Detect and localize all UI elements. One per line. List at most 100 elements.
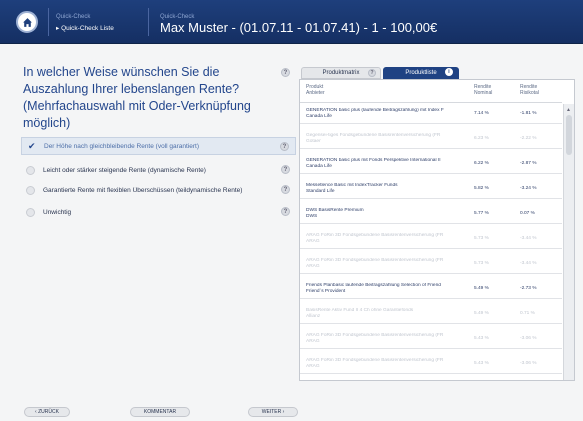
risk-return-cell: -3.06 % (520, 361, 537, 366)
column-header-label: Risikotal (520, 90, 539, 96)
table-row[interactable]: ARAG FoRin 3D Fondsgebundene Basisrenten… (300, 329, 562, 349)
question-text: In welcher Weise wünschen Sie die Auszah… (23, 65, 251, 130)
nominal-return-cell: 6.22 % (474, 161, 489, 166)
scroll-thumb[interactable] (566, 115, 572, 155)
tab-label: Produktliste (405, 70, 437, 76)
home-icon (22, 17, 32, 27)
next-button[interactable]: WEITER › (248, 407, 298, 417)
breadcrumb-section: Quick-Check (56, 14, 91, 20)
product-provider: ARAG (306, 364, 320, 369)
risk-return-cell: -3.06 % (520, 336, 537, 341)
risk-return-cell: -2.87 % (520, 161, 537, 166)
nominal-return-cell: 5.82 % (474, 186, 489, 191)
breadcrumb-list-link[interactable]: ▸ Quick-Check Liste (56, 24, 114, 32)
nominal-return-cell: 5.43 % (474, 336, 489, 341)
nominal-return-cell: 5.77 % (474, 211, 489, 216)
table-row[interactable]: Messetlence Basic mit IndexTracker Funds… (300, 179, 562, 199)
scroll-up-icon[interactable]: ▲ (566, 107, 571, 113)
product-name-cell: ARAG FoRin 3D Fondsgebundene Basisrenten… (306, 333, 470, 345)
option-radio[interactable] (26, 185, 35, 195)
table-row[interactable]: ARAG FoRin 3D Fondsgebundene Basisrenten… (300, 354, 562, 374)
option-radio[interactable] (26, 207, 35, 217)
result-tabs: Produktmatrix ? Produktliste i (301, 67, 459, 79)
nominal-return-cell: 5.73 % (474, 236, 489, 241)
table-row[interactable]: DWS BasisRente Premium DWS 5.77 % 0.07 % (300, 204, 562, 224)
help-icon[interactable]: ? (281, 185, 290, 194)
option-label: Der Höhe nach gleichbleibende Rente (vol… (44, 142, 200, 150)
column-header-label: Nominal (474, 90, 493, 96)
column-header-nominal[interactable]: Rendite Nominal (474, 84, 492, 96)
nominal-return-cell: 5.43 % (474, 361, 489, 366)
risk-return-cell: -3.44 % (520, 261, 537, 266)
table-row[interactable]: BasisRente Aktiv Fund II 4 Ch ohne Garan… (300, 304, 562, 324)
option-label: Unwichtig (43, 208, 72, 216)
product-name-cell: DWS BasisRente Premium DWS (306, 208, 470, 220)
option-label: Leicht oder stärker steigende Rente (dyn… (43, 166, 206, 174)
page-title: Max Muster - (01.07.11 - 01.07.41) - 1 -… (160, 20, 438, 35)
product-provider: ARAG (306, 264, 320, 269)
product-provider: DWS (306, 214, 318, 219)
product-provider: Canada Life (306, 164, 332, 169)
tab-produktliste[interactable]: Produktliste i (383, 67, 459, 79)
header-divider (300, 102, 562, 103)
table-row[interactable]: ARAG FoRin 3D Fondsgebundene Basisrenten… (300, 229, 562, 249)
table-row[interactable]: GENERATION basic plus (laufende Beitrags… (300, 104, 562, 124)
product-provider: Allianz (306, 314, 321, 319)
help-icon[interactable]: ? (368, 69, 376, 77)
help-icon[interactable]: ? (281, 68, 290, 77)
comment-button[interactable]: KOMMENTAR (130, 407, 190, 417)
product-name-cell: Gegensei-tiges Fondsgebundene Basisrente… (306, 133, 470, 145)
help-icon[interactable]: ? (281, 207, 290, 216)
option-unimportant[interactable]: Unwichtig ? (21, 203, 296, 221)
risk-return-cell: -3.44 % (520, 236, 537, 241)
product-provider: Canada Life (306, 114, 332, 119)
risk-return-cell: -2.22 % (520, 136, 537, 141)
product-provider: ARAG (306, 239, 320, 244)
help-icon[interactable]: ? (281, 165, 290, 174)
back-button[interactable]: ‹ ZURÜCK (24, 407, 70, 417)
risk-return-cell: -2.73 % (520, 286, 537, 291)
scrollbar[interactable]: ▲ (563, 104, 574, 380)
table-row[interactable]: ARAG FoRin 3D Fondsgebundene Basisrenten… (300, 254, 562, 274)
product-provider: Standard Life (306, 189, 335, 194)
product-name-cell: ARAG FoRin 3D Fondsgebundene Basisrenten… (306, 258, 470, 270)
option-radio[interactable] (26, 165, 35, 175)
product-name-cell: GENERATION basic plus (laufende Beitrags… (306, 108, 470, 120)
column-header-label: Anbieter (306, 90, 325, 96)
option-dynamic-rente[interactable]: Leicht oder stärker steigende Rente (dyn… (21, 161, 296, 179)
option-partdynamic-rente[interactable]: Garantierte Rente mit flexiblen Überschü… (21, 181, 296, 199)
nominal-return-cell: 6.23 % (474, 136, 489, 141)
risk-return-cell: 0.07 % (520, 211, 535, 216)
column-header-risk[interactable]: Rendite Risikotal (520, 84, 539, 96)
product-provider: Friend´s Provident (306, 289, 346, 294)
header-divider (148, 8, 149, 36)
header-divider (48, 8, 49, 36)
product-provider: ARAG (306, 339, 320, 344)
home-button[interactable] (16, 11, 38, 33)
risk-return-cell: -3.24 % (520, 186, 537, 191)
help-icon[interactable]: ? (280, 142, 289, 151)
product-name-cell: Messetlence Basic mit IndexTracker Funds… (306, 183, 470, 195)
table-row[interactable]: Gegensei-tiges Fondsgebundene Basisrente… (300, 129, 562, 149)
tab-label: Produktmatrix (322, 70, 360, 76)
table-row[interactable]: Friends Planbasic laufende Beitragszahlu… (300, 279, 562, 299)
product-name-cell: ARAG FoRin 3D Fondsgebundene Basisrenten… (306, 358, 470, 370)
option-constant-rente[interactable]: ✔ Der Höhe nach gleichbleibende Rente (v… (21, 137, 296, 155)
product-name-cell: GENERATION basic plus mit Fonds Perspekt… (306, 158, 470, 170)
product-name-cell: BasisRente Aktiv Fund II 4 Ch ohne Garan… (306, 308, 470, 320)
product-name-cell: ARAG FoRin 3D Fondsgebundene Basisrenten… (306, 233, 470, 245)
tab-produktmatrix[interactable]: Produktmatrix ? (301, 67, 381, 79)
info-icon[interactable]: i (445, 68, 453, 76)
table-row[interactable]: GENERATION basic plus mit Fonds Perspekt… (300, 154, 562, 174)
checkmark-icon: ✔ (28, 140, 36, 151)
product-list-panel: Produkt Anbieter Rendite Nominal Rendite… (299, 79, 575, 381)
nominal-return-cell: 5.49 % (474, 311, 489, 316)
risk-return-cell: -1.81 % (520, 111, 537, 116)
option-label: Garantierte Rente mit flexiblen Überschü… (43, 186, 243, 194)
column-header-product[interactable]: Produkt Anbieter (306, 84, 325, 96)
risk-return-cell: 0.71 % (520, 311, 535, 316)
product-provider: Gotaer (306, 139, 321, 144)
nominal-return-cell: 5.49 % (474, 286, 489, 291)
product-name-cell: Friends Planbasic laufende Beitragszahlu… (306, 283, 470, 295)
nominal-return-cell: 7.14 % (474, 111, 489, 116)
